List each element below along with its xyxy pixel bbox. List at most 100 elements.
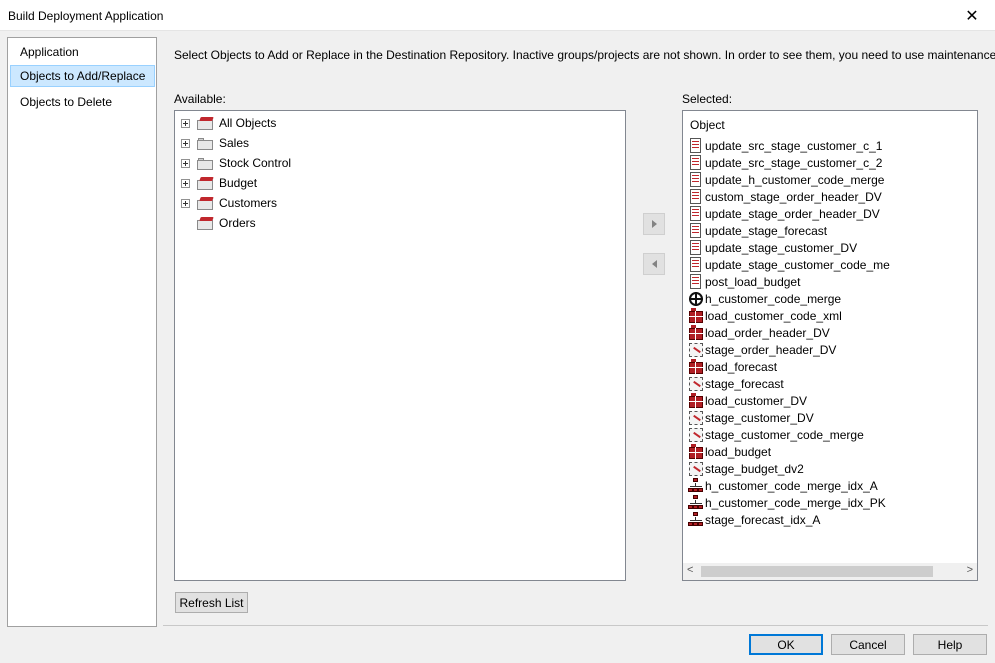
add-arrow-button[interactable] bbox=[643, 213, 665, 235]
stage-table-icon bbox=[688, 376, 704, 392]
stage-table-icon bbox=[688, 410, 704, 426]
selected-list[interactable]: Object update_src_stage_customer_c_1upda… bbox=[682, 110, 978, 581]
tree-item-orders[interactable]: Orders bbox=[181, 213, 256, 233]
selected-label: Selected: bbox=[682, 92, 733, 106]
nav-item-label: Objects to Add/Replace bbox=[20, 69, 146, 83]
list-item[interactable]: stage_customer_DV bbox=[688, 409, 814, 426]
remove-arrow-button[interactable] bbox=[643, 253, 665, 275]
list-item[interactable]: update_stage_customer_code_me bbox=[688, 256, 890, 273]
column-header-object[interactable]: Object bbox=[690, 118, 725, 132]
list-item[interactable]: h_customer_code_merge_idx_A bbox=[688, 477, 878, 494]
list-item[interactable]: h_customer_code_merge bbox=[688, 290, 841, 307]
list-item-label: stage_order_header_DV bbox=[705, 342, 837, 357]
ok-button[interactable]: OK bbox=[749, 634, 823, 655]
list-item[interactable]: update_src_stage_customer_c_2 bbox=[688, 154, 882, 171]
tree-item-customers[interactable]: Customers bbox=[181, 193, 277, 213]
nav-item-objects-to-add-replace[interactable]: Objects to Add/Replace bbox=[10, 65, 155, 87]
list-item[interactable]: update_stage_customer_DV bbox=[688, 239, 857, 256]
list-item[interactable]: stage_order_header_DV bbox=[688, 341, 836, 358]
scrollbar-thumb[interactable] bbox=[701, 566, 933, 577]
list-item[interactable]: stage_forecast bbox=[688, 375, 784, 392]
list-item-label: stage_customer_DV bbox=[705, 410, 814, 425]
expand-icon[interactable] bbox=[181, 178, 190, 188]
instruction-text: Select Objects to Add or Replace in the … bbox=[174, 48, 995, 62]
tree-item-sales[interactable]: Sales bbox=[181, 133, 249, 153]
nav-item-objects-to-delete[interactable]: Objects to Delete bbox=[10, 91, 155, 113]
list-item-label: stage_budget_dv2 bbox=[705, 461, 804, 476]
tree-item-all-objects[interactable]: All Objects bbox=[181, 113, 276, 133]
list-item-label: load_customer_DV bbox=[705, 393, 808, 408]
list-item[interactable]: update_src_stage_customer_c_1 bbox=[688, 137, 882, 154]
list-item[interactable]: update_h_customer_code_merge bbox=[688, 171, 884, 188]
scroll-right-icon[interactable]: > bbox=[967, 564, 973, 576]
expand-icon[interactable] bbox=[181, 118, 190, 128]
script-icon bbox=[688, 188, 704, 205]
tree-item-label: Stock Control bbox=[219, 156, 292, 170]
load-table-icon bbox=[688, 392, 704, 409]
list-item-label: stage_forecast_idx_A bbox=[705, 512, 821, 527]
list-item-label: stage_forecast bbox=[705, 376, 784, 391]
list-item[interactable]: load_order_header_DV bbox=[688, 324, 830, 341]
list-item-label: update_src_stage_customer_c_1 bbox=[705, 138, 883, 153]
tree-item-label: All Objects bbox=[219, 116, 277, 130]
list-item-label: update_stage_customer_DV bbox=[705, 240, 858, 255]
list-item-label: post_load_budget bbox=[705, 274, 801, 289]
list-item[interactable]: stage_budget_dv2 bbox=[688, 460, 804, 477]
red-folder-icon bbox=[197, 116, 214, 130]
cancel-button[interactable]: Cancel bbox=[831, 634, 905, 655]
nav-item-application[interactable]: Application bbox=[10, 41, 155, 63]
index-icon bbox=[688, 494, 704, 511]
list-item[interactable]: stage_forecast_idx_A bbox=[688, 511, 820, 528]
list-item-label: load_forecast bbox=[705, 359, 778, 374]
list-item[interactable]: load_customer_DV bbox=[688, 392, 807, 409]
list-item[interactable]: update_stage_forecast bbox=[688, 222, 827, 239]
list-item-label: update_stage_forecast bbox=[705, 223, 828, 238]
tree-item-label: Orders bbox=[219, 216, 256, 230]
list-item-label: h_customer_code_merge bbox=[705, 291, 842, 306]
list-item-label: update_stage_order_header_DV bbox=[705, 206, 880, 221]
horizontal-scrollbar[interactable]: < > bbox=[683, 563, 977, 580]
tree-item-label: Budget bbox=[219, 176, 258, 190]
red-folder-icon bbox=[197, 176, 214, 190]
scroll-left-icon[interactable]: < bbox=[687, 564, 693, 576]
list-item[interactable]: load_customer_code_xml bbox=[688, 307, 842, 324]
load-table-icon bbox=[688, 443, 704, 460]
index-icon bbox=[688, 511, 704, 528]
folder-icon bbox=[197, 137, 213, 150]
list-item[interactable]: update_stage_order_header_DV bbox=[688, 205, 880, 222]
script-icon bbox=[688, 222, 704, 239]
close-icon[interactable]: ✕ bbox=[949, 0, 995, 31]
title-bar: Build Deployment Application ✕ bbox=[0, 0, 995, 31]
navigation-panel: Application Objects to Add/Replace Objec… bbox=[7, 37, 157, 627]
tree-item-label: Customers bbox=[219, 196, 278, 210]
tree-item-stock-control[interactable]: Stock Control bbox=[181, 153, 291, 173]
stage-table-icon bbox=[688, 342, 704, 358]
list-item[interactable]: custom_stage_order_header_DV bbox=[688, 188, 882, 205]
expand-icon[interactable] bbox=[181, 198, 190, 208]
stage-table-icon bbox=[688, 461, 704, 477]
script-icon bbox=[688, 171, 704, 188]
list-item[interactable]: load_forecast bbox=[688, 358, 777, 375]
window-title: Build Deployment Application bbox=[8, 9, 164, 23]
tree-item-label: Sales bbox=[219, 136, 250, 150]
list-item[interactable]: stage_customer_code_merge bbox=[688, 426, 864, 443]
list-item-label: update_stage_customer_code_me bbox=[705, 257, 890, 272]
expand-icon[interactable] bbox=[181, 138, 190, 148]
tree-item-budget[interactable]: Budget bbox=[181, 173, 257, 193]
list-item-label: update_h_customer_code_merge bbox=[705, 172, 885, 187]
help-button[interactable]: Help bbox=[913, 634, 987, 655]
list-item-label: h_customer_code_merge_idx_A bbox=[705, 478, 878, 493]
arrow-left-icon bbox=[651, 260, 657, 268]
list-item[interactable]: h_customer_code_merge_idx_PK bbox=[688, 494, 886, 511]
script-icon bbox=[688, 137, 704, 154]
script-icon bbox=[688, 205, 704, 222]
script-icon bbox=[688, 256, 704, 273]
list-item[interactable]: post_load_budget bbox=[688, 273, 800, 290]
red-folder-icon bbox=[197, 216, 214, 230]
available-tree[interactable]: All Objects Sales Stock Control Budget C… bbox=[174, 110, 626, 581]
list-item-label: update_src_stage_customer_c_2 bbox=[705, 155, 883, 170]
list-item[interactable]: load_budget bbox=[688, 443, 771, 460]
refresh-list-button[interactable]: Refresh List bbox=[175, 592, 248, 613]
load-table-icon bbox=[688, 324, 704, 341]
expand-icon[interactable] bbox=[181, 158, 190, 168]
